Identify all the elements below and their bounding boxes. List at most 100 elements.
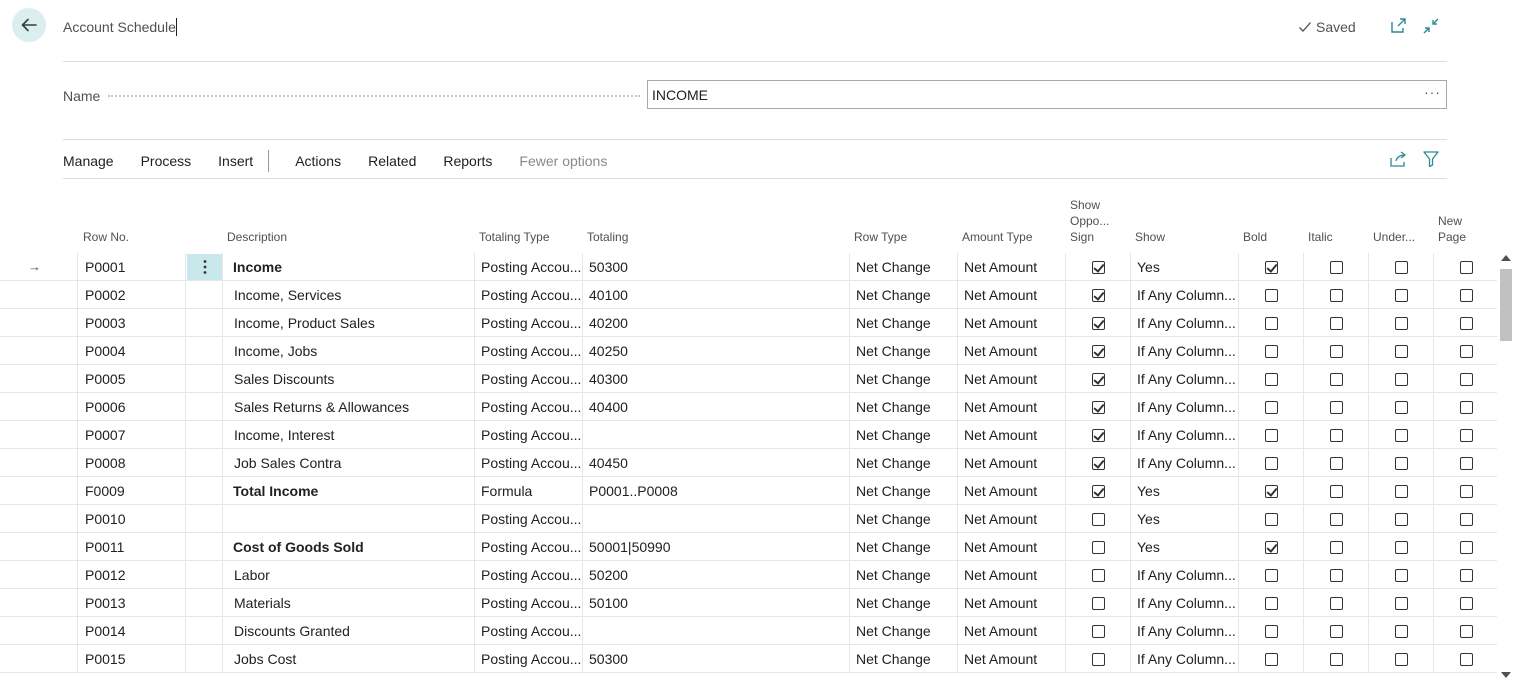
checkbox-underline[interactable] (1395, 289, 1408, 302)
checkbox-bold[interactable] (1265, 261, 1278, 274)
cell-totaling[interactable]: 50300 (582, 645, 849, 673)
checkbox-opp-sign[interactable] (1092, 485, 1105, 498)
cell-amount-type[interactable]: Net Amount (957, 309, 1065, 337)
col-header-amount-type[interactable]: Amount Type (962, 229, 1033, 245)
checkbox-italic[interactable] (1330, 317, 1343, 330)
vertical-scrollbar[interactable] (1497, 253, 1516, 681)
cell-show[interactable]: Yes (1130, 477, 1238, 505)
action-related[interactable]: Related (368, 151, 416, 171)
checkbox-new-page[interactable] (1460, 625, 1473, 638)
table-row[interactable]: P0011 Cost of Goods Sold Posting Accou... 5… (0, 533, 1497, 561)
cell-description[interactable]: Discounts Granted (222, 617, 474, 645)
checkbox-new-page[interactable] (1460, 289, 1473, 302)
cell-row-no[interactable]: F0009 (77, 477, 185, 505)
cell-row-type[interactable]: Net Change (849, 393, 957, 421)
scroll-thumb[interactable] (1500, 269, 1512, 341)
cell-show[interactable]: If Any Column... (1130, 337, 1238, 365)
cell-totaling-type[interactable]: Posting Accou... (474, 365, 582, 393)
table-row[interactable]: P0015 Jobs Cost Posting Accou... 50300 Net C… (0, 645, 1497, 673)
action-manage[interactable]: Manage (63, 151, 114, 171)
checkbox-new-page[interactable] (1460, 541, 1473, 554)
cell-description[interactable]: Income, Interest (222, 421, 474, 449)
table-row[interactable]: P0014 Discounts Granted Posting Accou... Ne… (0, 617, 1497, 645)
checkbox-underline[interactable] (1395, 317, 1408, 330)
action-reports[interactable]: Reports (443, 151, 492, 171)
table-row[interactable]: P0010 Posting Accou... Net Change Net Amoun… (0, 505, 1497, 533)
action-process[interactable]: Process (141, 151, 192, 171)
checkbox-italic[interactable] (1330, 261, 1343, 274)
cell-amount-type[interactable]: Net Amount (957, 533, 1065, 561)
cell-description[interactable]: Income, Services (222, 281, 474, 309)
checkbox-italic[interactable] (1330, 457, 1343, 470)
checkbox-underline[interactable] (1395, 597, 1408, 610)
table-row[interactable]: P0003 Income, Product Sales Posting Accou.… (0, 309, 1497, 337)
cell-amount-type[interactable]: Net Amount (957, 477, 1065, 505)
checkbox-italic[interactable] (1330, 569, 1343, 582)
cell-totaling[interactable]: 40300 (582, 365, 849, 393)
checkbox-underline[interactable] (1395, 485, 1408, 498)
table-row[interactable]: P0008 Job Sales Contra Posting Accou... 404… (0, 449, 1497, 477)
cell-totaling[interactable] (582, 505, 849, 533)
table-row[interactable]: P0006 Sales Returns & Allowances Posting A… (0, 393, 1497, 421)
col-header-show[interactable]: Show (1135, 229, 1165, 245)
checkbox-new-page[interactable] (1460, 345, 1473, 358)
cell-amount-type[interactable]: Net Amount (957, 645, 1065, 673)
checkbox-bold[interactable] (1265, 485, 1278, 498)
checkbox-bold[interactable] (1265, 401, 1278, 414)
cell-row-no[interactable]: P0013 (77, 589, 185, 617)
cell-totaling[interactable]: 50300 (582, 253, 849, 281)
cell-amount-type[interactable]: Net Amount (957, 393, 1065, 421)
cell-show[interactable]: Yes (1130, 253, 1238, 281)
checkbox-italic[interactable] (1330, 625, 1343, 638)
cell-totaling-type[interactable]: Formula (474, 477, 582, 505)
col-header-underline[interactable]: Under... (1373, 229, 1415, 245)
checkbox-underline[interactable] (1395, 401, 1408, 414)
cell-totaling[interactable]: 50001|50990 (582, 533, 849, 561)
table-row[interactable]: P0007 Income, Interest Posting Accou... Net… (0, 421, 1497, 449)
checkbox-bold[interactable] (1265, 541, 1278, 554)
cell-totaling-type[interactable]: Posting Accou... (474, 561, 582, 589)
checkbox-bold[interactable] (1265, 625, 1278, 638)
checkbox-italic[interactable] (1330, 653, 1343, 666)
checkbox-opp-sign[interactable] (1092, 513, 1105, 526)
checkbox-opp-sign[interactable] (1092, 373, 1105, 386)
cell-row-no[interactable]: P0015 (77, 645, 185, 673)
table-row[interactable]: P0002 Income, Services Posting Accou... 401… (0, 281, 1497, 309)
cell-row-type[interactable]: Net Change (849, 421, 957, 449)
checkbox-opp-sign[interactable] (1092, 457, 1105, 470)
back-button[interactable] (12, 8, 46, 42)
cell-show[interactable]: If Any Column... (1130, 645, 1238, 673)
col-header-row-no[interactable]: Row No. (83, 229, 129, 245)
cell-amount-type[interactable]: Net Amount (957, 589, 1065, 617)
checkbox-opp-sign[interactable] (1092, 569, 1105, 582)
cell-totaling[interactable]: 50100 (582, 589, 849, 617)
fewer-options-button[interactable]: Fewer options (519, 151, 607, 171)
cell-description[interactable]: Labor (222, 561, 474, 589)
scroll-down-arrow[interactable] (1501, 672, 1511, 678)
checkbox-bold[interactable] (1265, 457, 1278, 470)
cell-totaling-type[interactable]: Posting Accou... (474, 253, 582, 281)
cell-row-no[interactable]: P0010 (77, 505, 185, 533)
col-header-totaling[interactable]: Totaling (587, 229, 628, 245)
cell-row-no[interactable]: P0006 (77, 393, 185, 421)
checkbox-bold[interactable] (1265, 653, 1278, 666)
cell-row-no[interactable]: P0011 (77, 533, 185, 561)
name-input[interactable] (647, 80, 1447, 109)
cell-totaling[interactable]: 40100 (582, 281, 849, 309)
cell-show[interactable]: If Any Column... (1130, 365, 1238, 393)
share-icon[interactable] (1389, 150, 1407, 168)
checkbox-new-page[interactable] (1460, 317, 1473, 330)
cell-totaling[interactable]: 40250 (582, 337, 849, 365)
cell-row-no[interactable]: P0003 (77, 309, 185, 337)
cell-totaling-type[interactable]: Posting Accou... (474, 393, 582, 421)
cell-show[interactable]: If Any Column... (1130, 617, 1238, 645)
cell-totaling[interactable]: P0001..P0008 (582, 477, 849, 505)
cell-totaling-type[interactable]: Posting Accou... (474, 337, 582, 365)
cell-totaling[interactable]: 40400 (582, 393, 849, 421)
table-row[interactable]: P0012 Labor Posting Accou... 50200 Net Chang… (0, 561, 1497, 589)
filter-icon[interactable] (1422, 150, 1440, 168)
col-header-italic[interactable]: Italic (1308, 229, 1333, 245)
checkbox-italic[interactable] (1330, 541, 1343, 554)
cell-row-no[interactable]: P0001 (77, 253, 185, 281)
cell-row-type[interactable]: Net Change (849, 337, 957, 365)
